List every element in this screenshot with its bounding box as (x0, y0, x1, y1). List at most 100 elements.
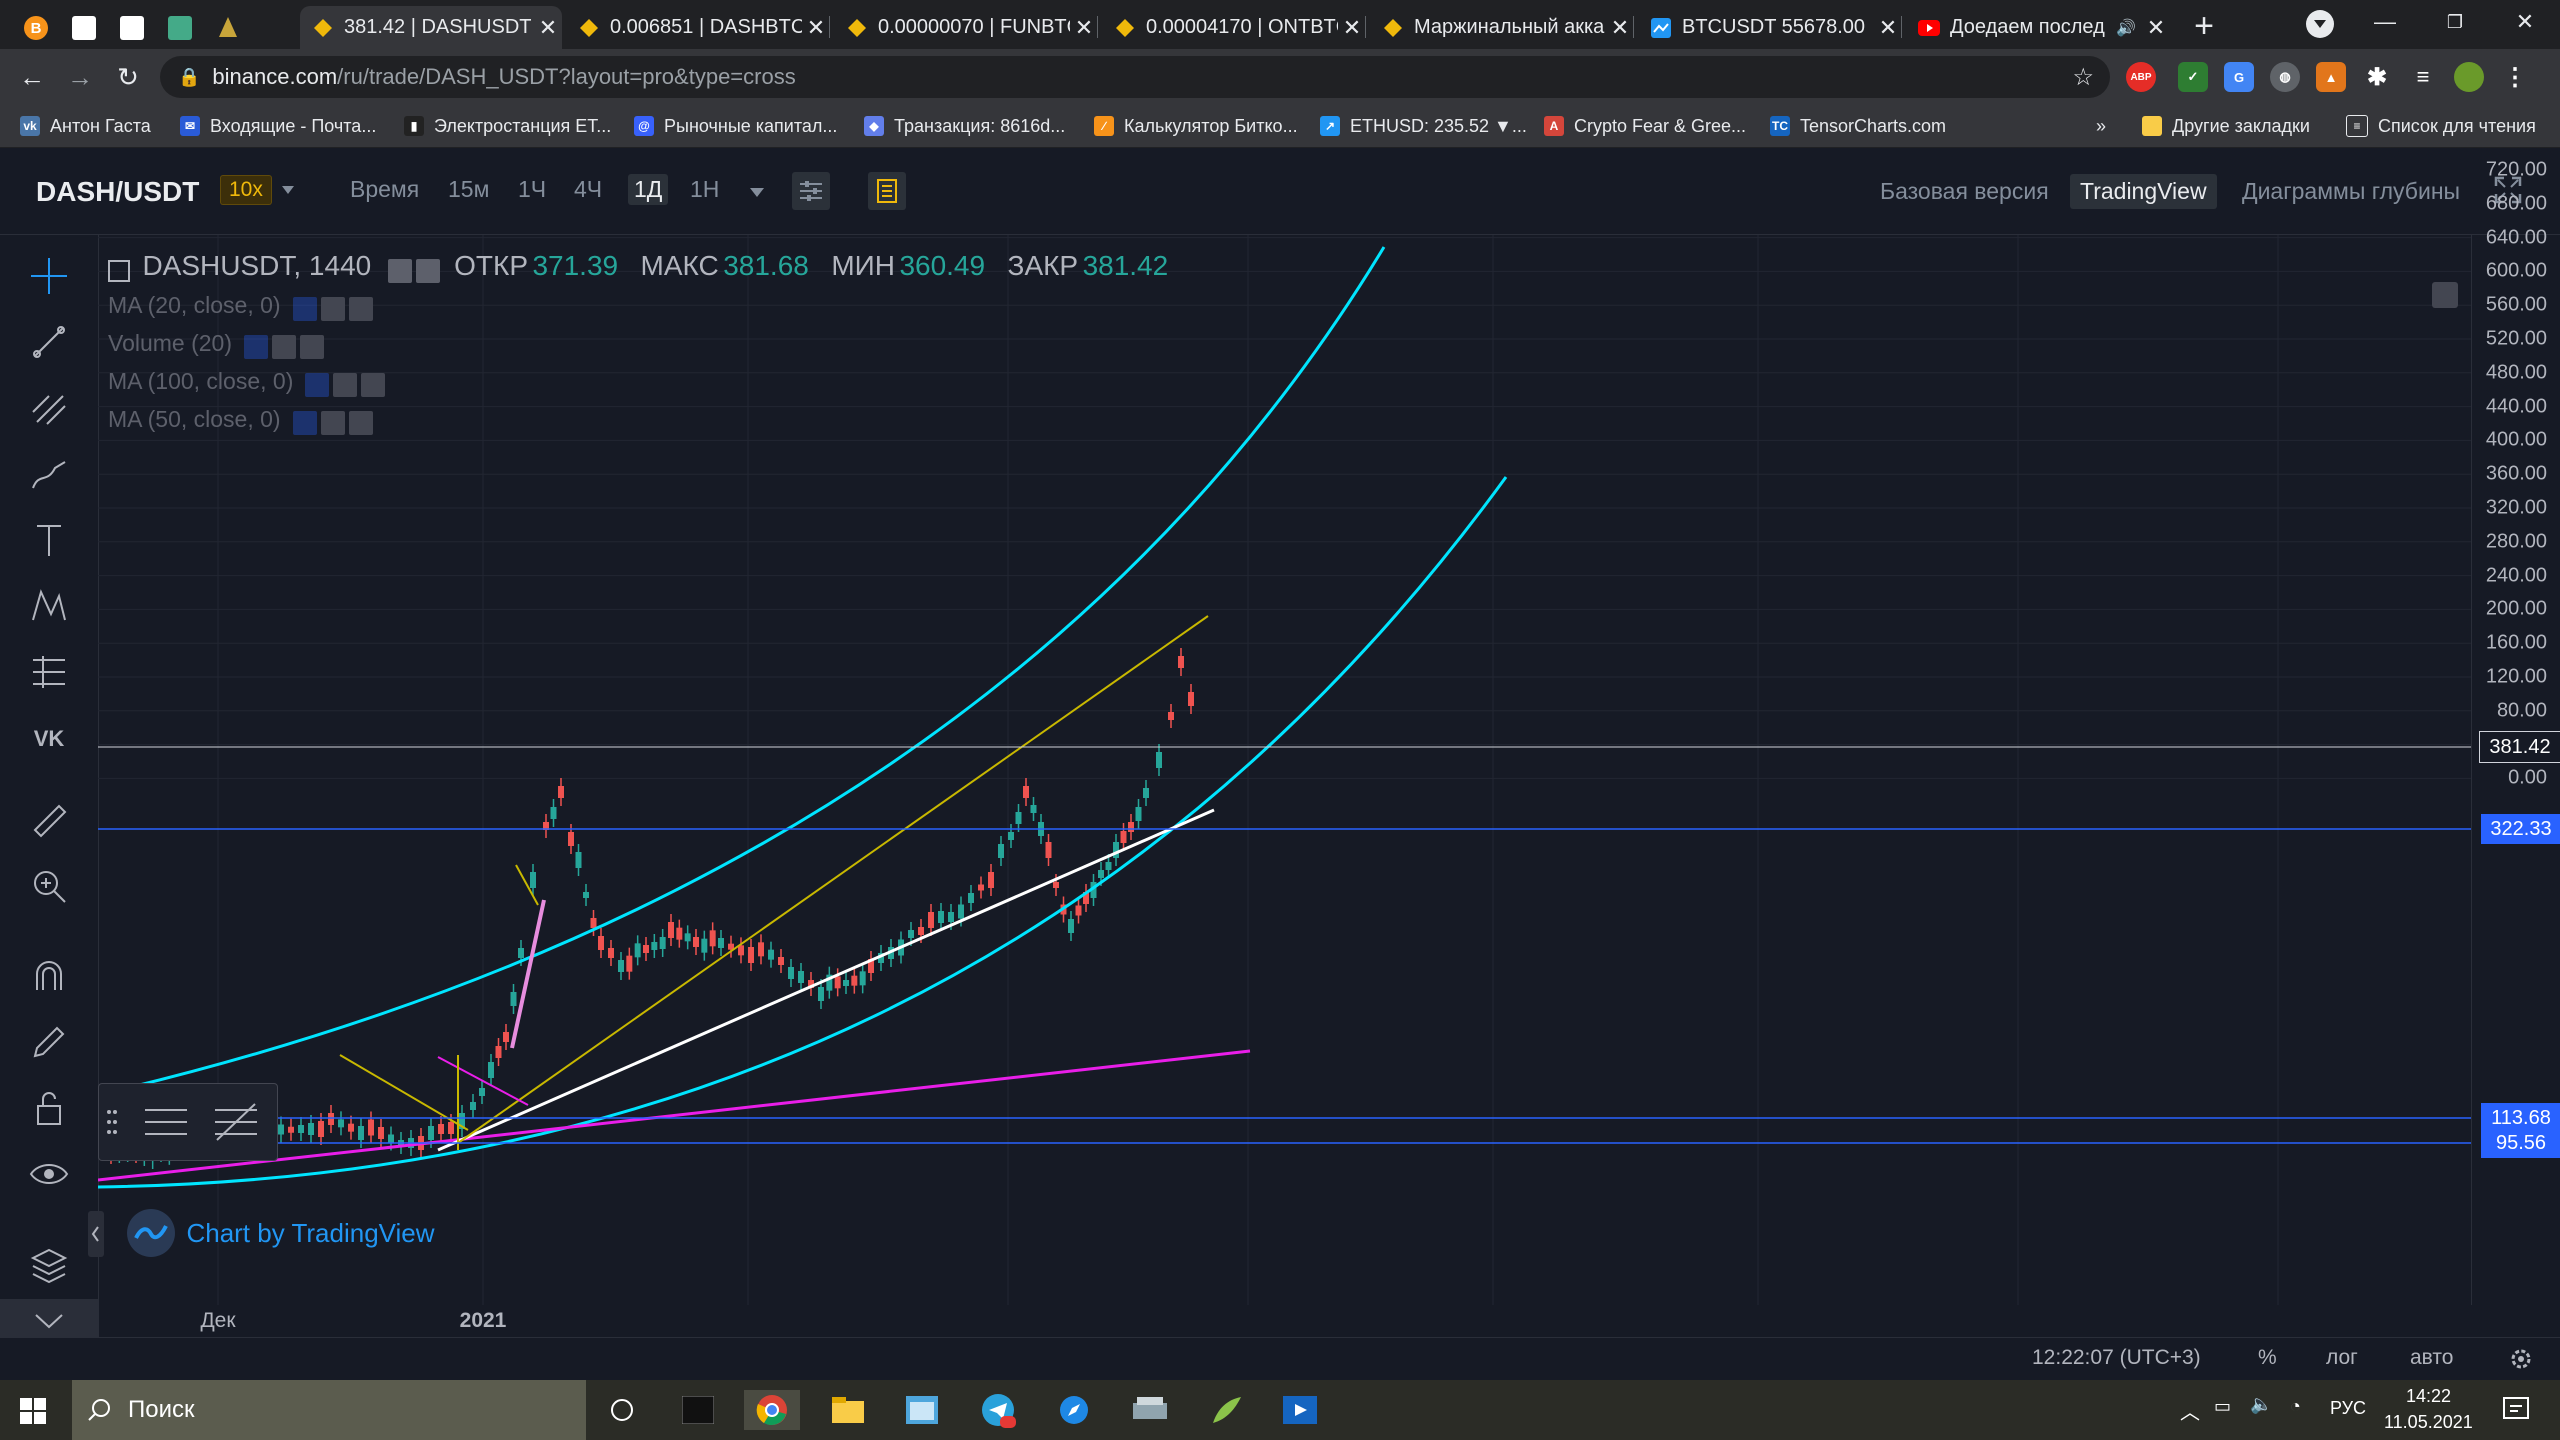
taskbar-telegram[interactable] (978, 1390, 1018, 1430)
close-icon[interactable] (348, 410, 373, 435)
bookmark-item[interactable]: ∕ Калькулятор Битко... (1094, 105, 1298, 147)
log-toggle[interactable]: лог (2326, 1346, 2358, 1370)
gear-icon[interactable] (415, 258, 440, 283)
taskbar-app2[interactable] (1130, 1390, 1170, 1430)
close-icon[interactable]: ✕ (1338, 15, 1366, 41)
tab-search-button[interactable] (2306, 10, 2334, 38)
bookmark-item[interactable]: ↗ ETHUSD: 235.52 ▼... (1320, 105, 1527, 147)
clock-time[interactable]: 14:22 (2406, 1386, 2451, 1407)
chevron-down-icon[interactable] (750, 188, 764, 197)
taskbar-browser[interactable] (1054, 1390, 1094, 1430)
taskbar-app4[interactable] (1280, 1390, 1320, 1430)
taskbar-app3[interactable] (1206, 1390, 1246, 1430)
close-icon[interactable] (361, 372, 386, 397)
adblock-icon[interactable]: ABP (2126, 62, 2156, 92)
lock-drawing-tool[interactable] (24, 1017, 74, 1067)
avatar[interactable] (2454, 62, 2484, 92)
lock-all-tool[interactable] (24, 1083, 74, 1133)
taskbar-chrome[interactable] (744, 1390, 800, 1430)
tab-btcusdt[interactable]: BTCUSDT 55678.00 ▼ ✕ (1638, 6, 1902, 49)
bookmark-star-icon[interactable]: ☆ (2072, 63, 2094, 92)
eye-icon[interactable] (244, 334, 269, 359)
magnet-tool[interactable] (24, 951, 74, 1001)
view-depth[interactable]: Диаграммы глубины (2232, 174, 2470, 209)
time-label[interactable]: Время (350, 176, 419, 203)
eye-icon[interactable] (305, 372, 330, 397)
taskbar-explorer[interactable] (828, 1390, 868, 1430)
other-bookmarks[interactable]: Другие закладки (2142, 105, 2310, 147)
auto-toggle[interactable]: авто (2410, 1346, 2453, 1370)
clock-date[interactable]: 11.05.2021 (2384, 1412, 2473, 1433)
line-style-icon[interactable] (141, 1100, 191, 1144)
close-icon[interactable]: ✕ (1606, 15, 1634, 41)
line-tools-icon[interactable] (211, 1100, 261, 1144)
text-tool[interactable] (24, 515, 74, 565)
tab-dashusdt[interactable]: 381.42 | DASHUSDT | ✕ (300, 6, 562, 49)
restore-button[interactable]: ❐ (2420, 0, 2490, 44)
gear-icon[interactable] (2508, 1346, 2534, 1372)
trend-line-tool[interactable] (24, 317, 74, 367)
pinned-tab-1[interactable] (60, 6, 108, 49)
gear-icon[interactable] (272, 334, 297, 359)
forward-button[interactable]: → (62, 59, 98, 95)
close-icon[interactable]: ✕ (802, 15, 830, 41)
close-icon[interactable]: ✕ (534, 15, 562, 41)
chevron-down-icon[interactable] (282, 186, 294, 194)
wifi-icon[interactable]: ◔ (2290, 1396, 2301, 1417)
pinned-tab-2[interactable] (108, 6, 156, 49)
tab-funbtc[interactable]: 0.00000070 | FUNBTC ✕ (834, 6, 1098, 49)
indicators-button[interactable] (792, 172, 830, 210)
metamask-icon[interactable]: ▲ (2316, 62, 2346, 92)
clock-label[interactable]: 12:22:07 (UTC+3) (2032, 1346, 2201, 1370)
reading-list[interactable]: ≡ Список для чтения (2346, 105, 2536, 147)
translate-icon[interactable]: G (2224, 62, 2254, 92)
hide-drawings-tool[interactable] (24, 1149, 74, 1199)
gear-icon[interactable] (333, 372, 358, 397)
interval-1h[interactable]: 1Ч (518, 176, 546, 203)
bookmark-item[interactable]: TC TensorCharts.com (1770, 105, 1946, 147)
close-icon[interactable] (300, 334, 325, 359)
reading-queue-icon[interactable]: ≡ (2408, 62, 2438, 92)
eye-icon[interactable] (387, 258, 412, 283)
object-tree-tool[interactable] (24, 1239, 74, 1289)
percent-toggle[interactable]: % (2258, 1346, 2277, 1370)
taskbar-app[interactable] (902, 1390, 942, 1430)
drag-handle-icon[interactable] (107, 1108, 117, 1136)
brush-tool[interactable] (24, 449, 74, 499)
extensions-puzzle-icon[interactable]: ✱ (2362, 62, 2392, 92)
close-icon[interactable]: ✕ (2142, 15, 2170, 41)
gear-icon[interactable] (320, 296, 345, 321)
prediction-tool[interactable] (24, 647, 74, 697)
tab-dashbtc[interactable]: 0.006851 | DASHBTC | ✕ (566, 6, 830, 49)
price-axis[interactable]: 720.00 680.00 640.00 600.00 560.00 520.00 480.… (2471, 159, 2560, 1305)
task-view-button[interactable] (602, 1390, 642, 1430)
close-icon[interactable] (348, 296, 373, 321)
reload-button[interactable]: ↻ (110, 59, 146, 95)
tray-overflow-icon[interactable]: ︿ (2180, 1396, 2200, 1425)
time-axis[interactable]: Дек 2021 (98, 1305, 2471, 1337)
pattern-tool[interactable] (24, 581, 74, 631)
chart-settings-icon[interactable] (2432, 282, 2458, 308)
price-chart[interactable] (98, 235, 2471, 1305)
leverage-badge[interactable]: 10x (220, 175, 272, 205)
window-close-button[interactable]: ✕ (2490, 0, 2560, 44)
volume-icon[interactable]: 🔈 (2250, 1394, 2272, 1415)
taskbar-search[interactable]: Поиск (72, 1380, 586, 1440)
vk-tool[interactable]: VK (24, 713, 74, 763)
bookmarks-overflow-button[interactable]: » (2096, 105, 2106, 147)
bookmark-item[interactable]: @ Рыночные капитал... (634, 105, 837, 147)
close-icon[interactable]: ✕ (1874, 15, 1902, 41)
close-icon[interactable]: ✕ (1070, 15, 1098, 41)
pitchfork-tool[interactable] (24, 383, 74, 433)
language-indicator[interactable]: РУС (2330, 1398, 2366, 1419)
windows-start-icon[interactable] (20, 1398, 46, 1424)
globe-icon[interactable]: ◍ (2270, 62, 2300, 92)
address-bar[interactable]: 🔒 binance.com/ru/trade/DASH_USDT?layout=… (160, 56, 2110, 98)
taskbar-terminal[interactable] (678, 1390, 718, 1430)
interval-1w[interactable]: 1Н (690, 176, 719, 203)
notes-button[interactable] (868, 172, 906, 210)
interval-15m[interactable]: 15м (448, 176, 489, 203)
network-icon[interactable]: ▭ (2214, 1396, 2231, 1417)
pinned-tab-4[interactable] (204, 6, 252, 49)
ruler-tool[interactable] (24, 795, 74, 845)
